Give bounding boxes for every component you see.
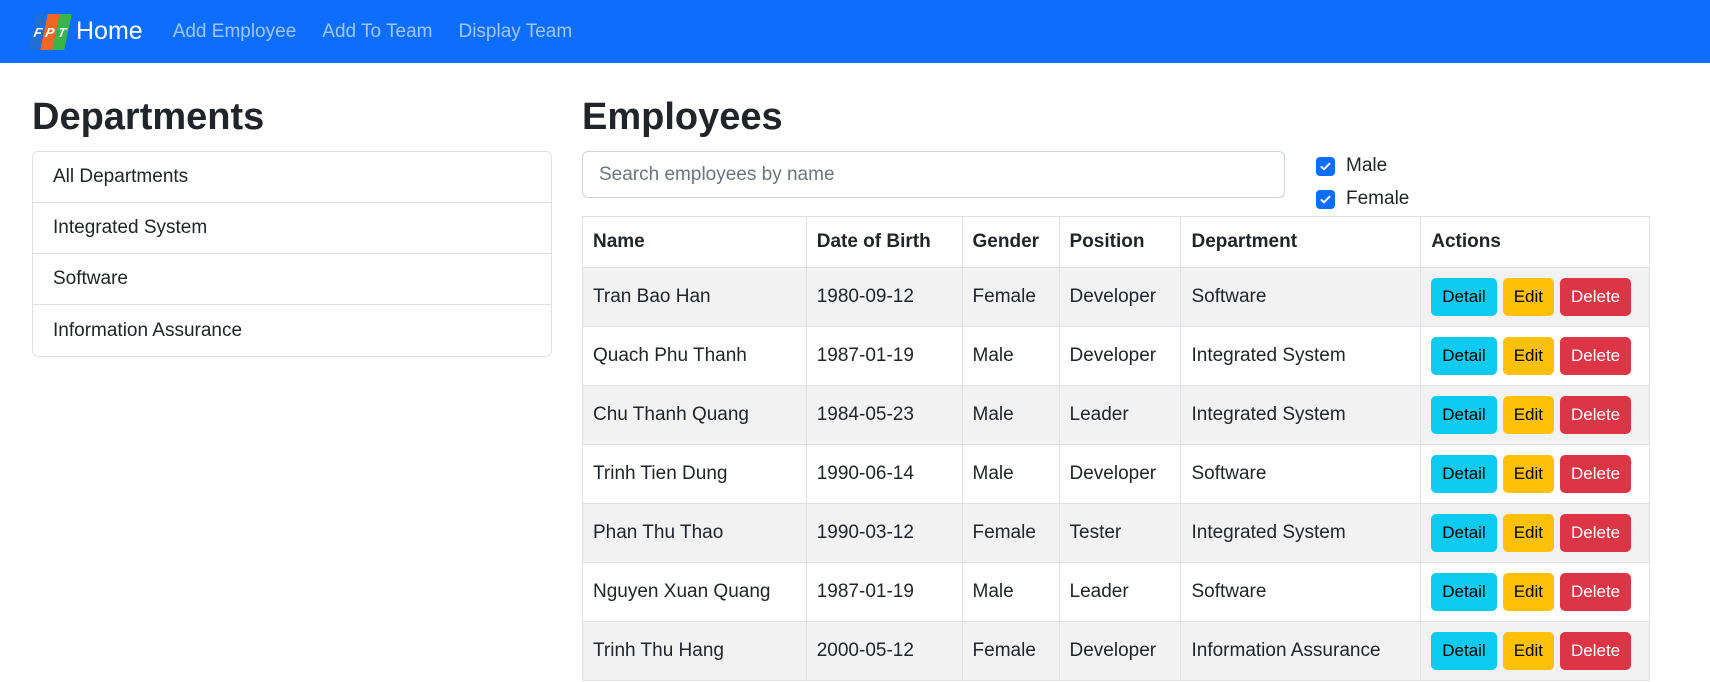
edit-button[interactable]: Edit	[1502, 632, 1554, 670]
cell-department: Software	[1180, 444, 1422, 504]
cell-actions: Detail Edit Delete	[1420, 385, 1650, 445]
cell-name: Trinh Thu Hang	[582, 621, 807, 681]
column-header-gender: Gender	[961, 216, 1060, 268]
home-brand-link[interactable]: F P T Home	[28, 13, 143, 50]
table-row: Quach Phu Thanh 1987-01-19 Male Developer In…	[582, 326, 1650, 386]
delete-button[interactable]: Delete	[1560, 455, 1632, 493]
edit-button[interactable]: Edit	[1502, 337, 1554, 375]
cell-gender: Male	[961, 326, 1060, 386]
cell-position: Leader	[1058, 562, 1182, 622]
cell-dob: 1987-01-19	[805, 326, 963, 386]
cell-department: Software	[1180, 562, 1422, 622]
cell-name: Trinh Tien Dung	[582, 444, 807, 504]
column-header-department: Department	[1180, 216, 1422, 268]
cell-gender: Female	[961, 267, 1060, 327]
detail-button[interactable]: Detail	[1431, 396, 1497, 434]
cell-gender: Female	[961, 503, 1060, 563]
delete-button[interactable]: Delete	[1560, 337, 1632, 375]
cell-name: Tran Bao Han	[582, 267, 807, 327]
cell-department: Integrated System	[1180, 326, 1422, 386]
edit-button[interactable]: Edit	[1502, 514, 1554, 552]
filter-female[interactable]: Female	[1316, 188, 1409, 210]
cell-position: Developer	[1058, 621, 1182, 681]
cell-gender: Male	[961, 385, 1060, 445]
filter-female-label: Female	[1346, 188, 1410, 209]
department-item-all[interactable]: All Departments	[33, 152, 551, 203]
cell-position: Tester	[1058, 503, 1182, 563]
cell-gender: Male	[961, 444, 1060, 504]
table-row: Phan Thu Thao 1990-03-12 Female Tester Integ…	[582, 503, 1650, 563]
department-item-information-assurance[interactable]: Information Assurance	[33, 305, 551, 356]
cell-department: Software	[1180, 267, 1422, 327]
filter-male[interactable]: Male	[1316, 155, 1387, 177]
cell-dob: 1990-03-12	[805, 503, 963, 563]
cell-actions: Detail Edit Delete	[1420, 326, 1650, 386]
cell-actions: Detail Edit Delete	[1420, 621, 1650, 681]
cell-position: Developer	[1058, 444, 1182, 504]
cell-dob: 1987-01-19	[805, 562, 963, 622]
table-row: Nguyen Xuan Quang 1987-01-19 Male Leader Sof…	[582, 562, 1650, 622]
cell-actions: Detail Edit Delete	[1420, 562, 1650, 622]
table-row: Chu Thanh Quang 1984-05-23 Male Leader Integ…	[582, 385, 1650, 445]
column-header-position: Position	[1058, 216, 1182, 268]
edit-button[interactable]: Edit	[1502, 455, 1554, 493]
detail-button[interactable]: Detail	[1431, 573, 1497, 611]
departments-heading: Departments	[32, 96, 265, 138]
filter-male-label: Male	[1346, 155, 1388, 176]
department-list: All Departments Integrated System Softwa…	[32, 151, 552, 357]
column-header-actions: Actions	[1420, 216, 1650, 268]
cell-actions: Detail Edit Delete	[1420, 444, 1650, 504]
cell-actions: Detail Edit Delete	[1420, 267, 1650, 327]
fpt-logo-icon: F P T	[28, 13, 72, 50]
employees-heading: Employees	[582, 96, 783, 138]
cell-name: Chu Thanh Quang	[582, 385, 807, 445]
brand-label: Home	[76, 17, 143, 45]
delete-button[interactable]: Delete	[1560, 514, 1632, 552]
detail-button[interactable]: Detail	[1431, 278, 1497, 316]
employee-search-input[interactable]	[582, 151, 1285, 198]
cell-name: Nguyen Xuan Quang	[582, 562, 807, 622]
detail-button[interactable]: Detail	[1431, 337, 1497, 375]
navbar: F P T Home Add Employee Add To Team Disp…	[0, 0, 1710, 63]
detail-button[interactable]: Detail	[1431, 514, 1497, 552]
employee-table: Name Date of Birth Gender Position Depar…	[582, 216, 1650, 681]
detail-button[interactable]: Detail	[1431, 455, 1497, 493]
cell-department: Information Assurance	[1180, 621, 1422, 681]
cell-dob: 1984-05-23	[805, 385, 963, 445]
delete-button[interactable]: Delete	[1560, 278, 1632, 316]
cell-dob: 1980-09-12	[805, 267, 963, 327]
checkbox-checked-icon[interactable]	[1316, 189, 1335, 209]
delete-button[interactable]: Delete	[1560, 396, 1632, 434]
cell-gender: Male	[961, 562, 1060, 622]
cell-actions: Detail Edit Delete	[1420, 503, 1650, 563]
cell-dob: 1990-06-14	[805, 444, 963, 504]
checkbox-checked-icon[interactable]	[1316, 156, 1335, 176]
department-item-software[interactable]: Software	[33, 254, 551, 305]
table-row: Tran Bao Han 1980-09-12 Female Developer Sof…	[582, 267, 1650, 327]
cell-dob: 2000-05-12	[805, 621, 963, 681]
edit-button[interactable]: Edit	[1502, 573, 1554, 611]
nav-add-to-team[interactable]: Add To Team	[322, 21, 432, 43]
nav-add-employee[interactable]: Add Employee	[173, 21, 297, 43]
edit-button[interactable]: Edit	[1502, 396, 1554, 434]
cell-position: Developer	[1058, 326, 1182, 386]
cell-department: Integrated System	[1180, 385, 1422, 445]
cell-gender: Female	[961, 621, 1060, 681]
cell-position: Leader	[1058, 385, 1182, 445]
cell-name: Quach Phu Thanh	[582, 326, 807, 386]
cell-department: Integrated System	[1180, 503, 1422, 563]
nav-display-team[interactable]: Display Team	[458, 21, 572, 43]
column-header-name: Name	[582, 216, 807, 268]
detail-button[interactable]: Detail	[1431, 632, 1497, 670]
cell-name: Phan Thu Thao	[582, 503, 807, 563]
delete-button[interactable]: Delete	[1560, 632, 1632, 670]
table-header-row: Name Date of Birth Gender Position Depar…	[582, 216, 1650, 268]
department-item-integrated-system[interactable]: Integrated System	[33, 203, 551, 254]
cell-position: Developer	[1058, 267, 1182, 327]
table-row: Trinh Tien Dung 1990-06-14 Male Developer So…	[582, 444, 1650, 504]
edit-button[interactable]: Edit	[1502, 278, 1554, 316]
column-header-dob: Date of Birth	[805, 216, 963, 268]
table-row: Trinh Thu Hang 2000-05-12 Female Developer I…	[582, 621, 1650, 681]
delete-button[interactable]: Delete	[1560, 573, 1632, 611]
